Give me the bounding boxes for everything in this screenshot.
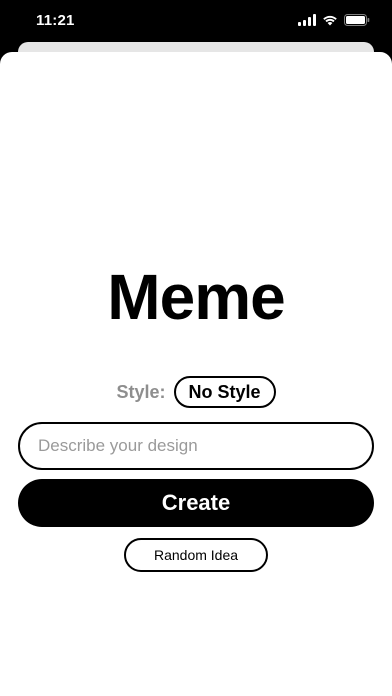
style-selector-button[interactable]: No Style bbox=[173, 376, 276, 408]
status-time: 11:21 bbox=[36, 12, 75, 29]
cellular-signal-icon bbox=[298, 13, 316, 31]
app-screen: 11:21 Meme Style: No Style Describe your… bbox=[0, 0, 392, 696]
battery-icon bbox=[344, 13, 370, 31]
create-button[interactable]: Create bbox=[18, 479, 374, 527]
style-label: Style: bbox=[116, 381, 166, 402]
design-description-input[interactable] bbox=[20, 424, 372, 468]
page-title: Meme bbox=[107, 261, 285, 333]
random-idea-button[interactable]: Random Idea bbox=[124, 538, 268, 572]
status-bar: 11:21 bbox=[0, 0, 392, 44]
status-icons bbox=[298, 13, 370, 31]
design-description-field bbox=[18, 422, 374, 470]
modal-sheet: Meme Style: No Style Create Random Idea bbox=[0, 52, 392, 696]
wifi-icon bbox=[322, 13, 338, 31]
style-row: Style: No Style bbox=[0, 374, 392, 410]
